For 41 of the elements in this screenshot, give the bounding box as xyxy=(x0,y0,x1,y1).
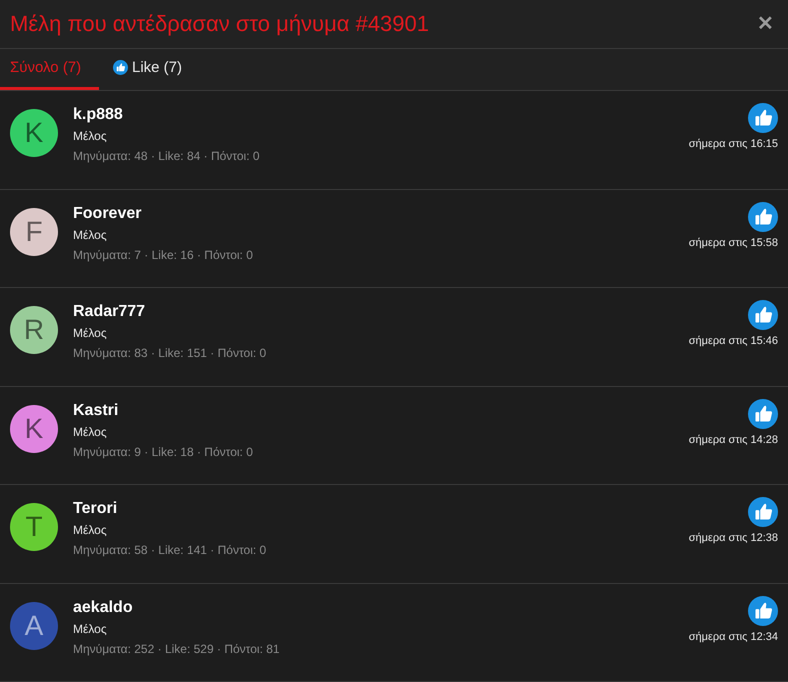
close-button[interactable]: ✕ xyxy=(753,8,778,39)
thumbs-up-icon xyxy=(748,398,778,428)
member-stats: Μηνύματα: 7 · Like: 16 · Πόντοι: 0 xyxy=(73,246,254,264)
member-name[interactable]: Kastri xyxy=(73,400,689,420)
member-stats: Μηνύματα: 83 · Like: 151 · Πόντοι: 0 xyxy=(73,345,268,362)
reaction-time: σήμερα στις 16:15 xyxy=(688,137,778,152)
thumbs-up-icon xyxy=(748,300,778,330)
thumbs-up-icon xyxy=(748,202,778,232)
avatar[interactable]: R xyxy=(10,306,58,354)
avatar[interactable]: K xyxy=(10,404,58,452)
avatar[interactable]: A xyxy=(10,602,58,650)
member-role: Μέλος xyxy=(73,128,108,145)
avatar[interactable]: T xyxy=(10,503,58,551)
reaction-tab[interactable]: Σύνολο (7) xyxy=(0,48,99,90)
reaction-time: σήμερα στις 15:58 xyxy=(688,236,778,250)
member-role: Μέλος xyxy=(73,424,108,440)
reaction-time: σήμερα στις 14:28 xyxy=(688,432,778,448)
member-stats: Μηνύματα: 252 · Like: 529 · Πόντοι: 81 xyxy=(73,640,281,658)
avatar[interactable]: F xyxy=(10,208,58,256)
avatar[interactable]: K xyxy=(10,109,58,157)
member-name[interactable]: Terori xyxy=(73,499,689,519)
thumbs-up-icon xyxy=(748,596,778,626)
reaction-time: σήμερα στις 12:34 xyxy=(688,630,778,644)
member-role: Μέλος xyxy=(73,522,108,539)
member-name[interactable]: aekaldo xyxy=(73,598,689,618)
member-stats: Μηνύματα: 58 · Like: 141 · Πόντοι: 0 xyxy=(73,542,268,559)
member-stats: Μηνύματα: 48 · Like: 84 · Πόντοι: 0 xyxy=(73,148,261,165)
thumbs-up-icon xyxy=(113,60,128,76)
member-role: Μέλος xyxy=(73,620,108,638)
dialog-title: Μέλη που αντέδρασαν στο μήνυμα #43901 xyxy=(10,10,429,38)
member-role: Μέλος xyxy=(73,325,108,342)
reaction-tab[interactable]: Like (7) xyxy=(99,48,196,90)
thumbs-up-icon xyxy=(748,497,778,527)
member-role: Μέλος xyxy=(73,226,108,244)
reaction-time: σήμερα στις 12:38 xyxy=(688,531,778,546)
member-name[interactable]: Foorever xyxy=(73,204,689,224)
member-stats: Μηνύματα: 9 · Like: 18 · Πόντοι: 0 xyxy=(73,444,254,460)
reaction-time: σήμερα στις 15:46 xyxy=(688,334,778,349)
member-name[interactable]: k.p888 xyxy=(73,105,689,125)
member-name[interactable]: Radar777 xyxy=(73,302,689,322)
thumbs-up-icon xyxy=(748,103,778,133)
